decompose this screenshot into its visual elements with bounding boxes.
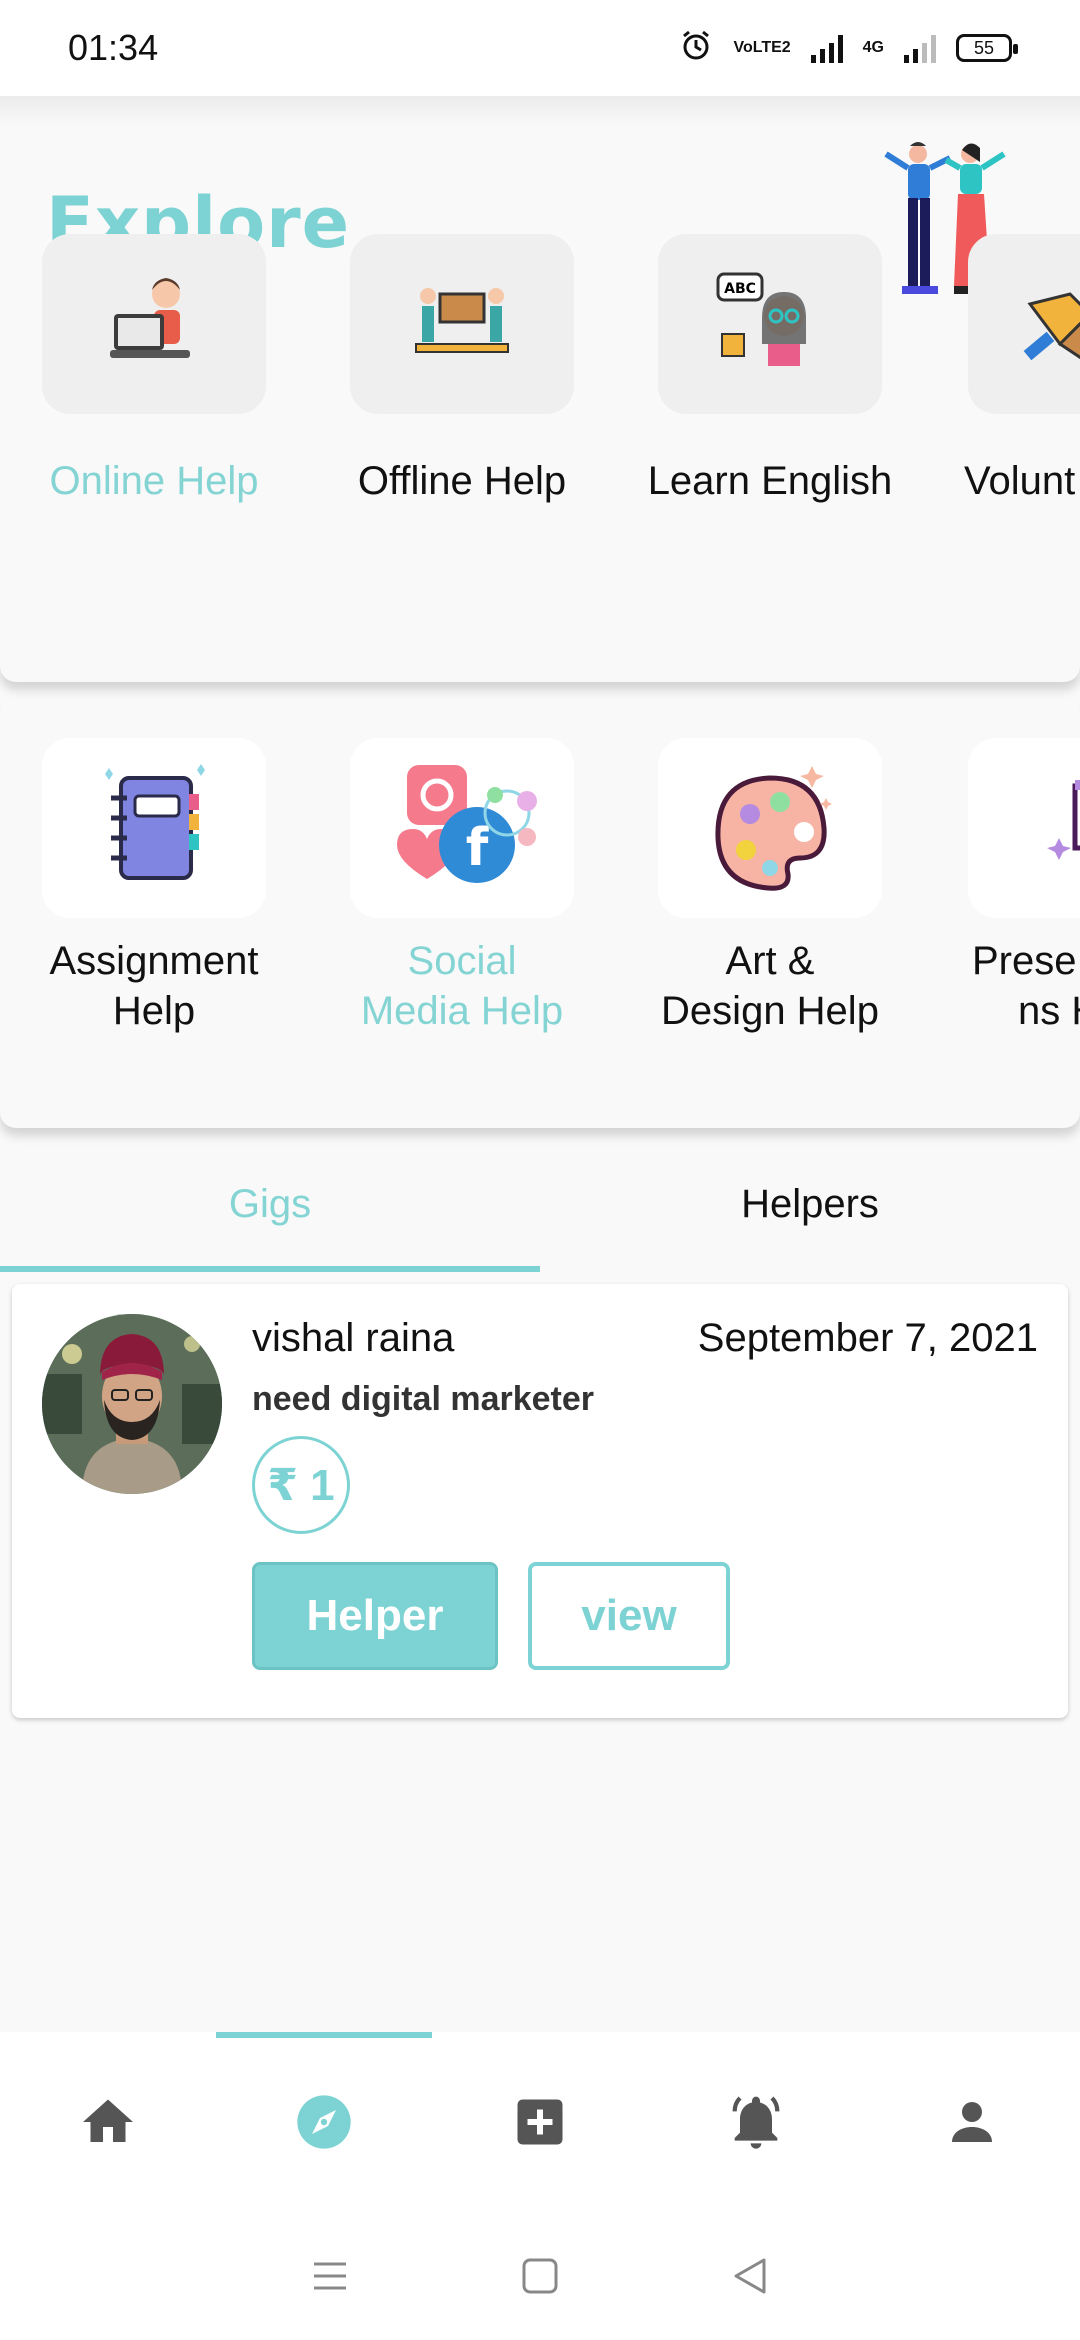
tab-helpers[interactable]: Helpers — [540, 1136, 1080, 1272]
signal-icon — [810, 33, 843, 63]
category-label: Offline Help — [357, 459, 567, 503]
helper-button[interactable]: Helper — [252, 1562, 498, 1670]
network-label: 4G — [862, 39, 884, 56]
status-icons: VoLTE2 4G 55 — [679, 28, 1018, 68]
battery-icon: 55 — [956, 34, 1018, 62]
help-type-assignment[interactable]: Assignment Help — [24, 738, 284, 1036]
bottom-navigation — [0, 2032, 1080, 2212]
signal-2-icon — [904, 33, 936, 63]
help-type-label: Assignment Help — [49, 939, 259, 1033]
people-carry-box-icon — [350, 234, 574, 414]
category-label: Online Help — [49, 459, 259, 503]
category-online-help[interactable]: Online Help — [24, 234, 284, 506]
abc-teacher-icon: ABC — [658, 234, 882, 414]
social-media-icon: f — [350, 738, 574, 918]
category-offline-help[interactable]: Offline Help — [332, 234, 592, 506]
help-type-label: Social Media Help — [360, 939, 564, 1033]
status-bar: 01:34 VoLTE2 4G 55 — [0, 0, 1080, 96]
nav-profile[interactable] — [864, 2032, 1080, 2212]
home-icon — [83, 2099, 133, 2142]
person-icon — [952, 2102, 992, 2142]
palette-icon — [658, 738, 882, 918]
category-volunteer[interactable]: Volunt — [948, 234, 1080, 506]
gig-date: September 7, 2021 — [697, 1316, 1038, 1360]
nav-explore[interactable] — [216, 2032, 432, 2212]
tab-bar: Gigs Helpers — [0, 1136, 1080, 1272]
system-navigation-bar — [0, 2212, 1080, 2340]
gig-description: need digital marketer — [252, 1380, 595, 1418]
help-type-art-design[interactable]: Art & Design Help — [640, 738, 900, 1036]
help-type-presentations[interactable]: Presens H — [948, 738, 1080, 1036]
explore-section: Explore Online Help Offline Help ABC Lea… — [0, 126, 1080, 682]
header-divider — [0, 96, 1080, 126]
add-box-icon — [517, 2099, 563, 2145]
svg-text:ABC: ABC — [724, 281, 756, 297]
category-learn-english[interactable]: ABC Learn English — [640, 234, 900, 506]
compass-icon — [297, 2095, 351, 2149]
nav-home[interactable] — [0, 2032, 216, 2212]
handshake-icon — [968, 234, 1080, 414]
nav-notifications[interactable] — [648, 2032, 864, 2212]
view-button[interactable]: view — [528, 1562, 730, 1670]
status-time: 01:34 — [68, 27, 159, 68]
help-type-label: Presens H — [972, 939, 1080, 1033]
help-types-section: Assignment Help f Social Media Help Art & D… — [0, 698, 1080, 1128]
tab-gigs[interactable]: Gigs — [0, 1136, 540, 1272]
gig-author-name: vishal raina — [252, 1316, 455, 1360]
bell-icon — [732, 2096, 780, 2149]
nav-add[interactable] — [432, 2032, 648, 2212]
gig-price-badge: ₹ 1 — [252, 1436, 350, 1534]
back-icon[interactable] — [730, 2256, 770, 2296]
home-square-icon[interactable] — [520, 2256, 560, 2296]
presentation-board-icon — [968, 738, 1080, 918]
svg-text:f: f — [466, 818, 490, 878]
menu-icon[interactable] — [310, 2256, 350, 2296]
help-type-label: Art & Design Help — [661, 939, 879, 1033]
notebook-icon — [42, 738, 266, 918]
laptop-person-icon — [42, 234, 266, 414]
category-label: Learn English — [647, 459, 893, 503]
category-label: Volunt — [964, 459, 1076, 503]
volte-badge: VoLTE2 — [733, 39, 791, 56]
alarm-icon — [679, 28, 713, 68]
help-type-social-media[interactable]: f Social Media Help — [332, 738, 592, 1036]
gig-card[interactable]: vishal raina September 7, 2021 need digi… — [12, 1284, 1068, 1718]
avatar[interactable] — [42, 1314, 222, 1494]
